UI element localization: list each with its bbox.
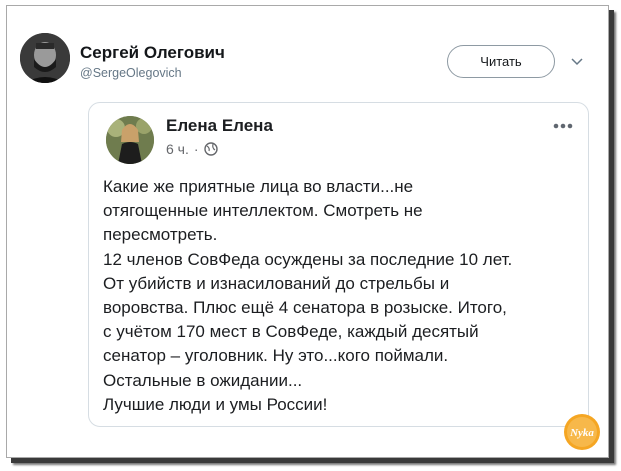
- post-text-line: Остальные в ожидании...: [103, 370, 303, 390]
- follow-button[interactable]: Читать: [447, 45, 555, 78]
- globe-icon: [203, 142, 218, 156]
- avatar[interactable]: [20, 33, 70, 83]
- post-text-line: с учётом 170 мест в СовФеде, каждый деся…: [103, 322, 479, 342]
- post-time[interactable]: 6 ч.: [166, 141, 189, 157]
- more-horizontal-icon[interactable]: [550, 119, 576, 131]
- avatar-photo: [20, 33, 70, 83]
- post-text-line: сенатор – уголовник. Ну это...кого пойма…: [103, 346, 449, 366]
- post-text-line: воровства. Плюс ещё 4 сенатора в розыске…: [103, 298, 507, 318]
- embedded-avatar-photo: [106, 116, 154, 164]
- svg-text:Nyka: Nyka: [569, 427, 594, 439]
- post-text-line: Какие же приятные лица во власти...не: [103, 177, 414, 196]
- post-text-line: пересмотреть.: [103, 225, 218, 245]
- post-text-line: От убийств и изнасилований до стрельбы и: [103, 273, 450, 293]
- watermark-logo: Nyka: [562, 412, 602, 452]
- follow-button-label: Читать: [480, 54, 522, 69]
- post-text-line: отягощенные интеллектом. Смотреть не: [103, 201, 423, 221]
- embedded-post-author[interactable]: Елена Елена: [166, 116, 273, 136]
- post-text-line: Лучшие люди и умы России!: [103, 394, 328, 414]
- author-name[interactable]: Сергей Олегович: [80, 43, 225, 63]
- author-handle[interactable]: @SergeOlegovich: [80, 66, 182, 80]
- meta-separator: ·: [193, 141, 199, 157]
- embedded-post-avatar[interactable]: [106, 116, 154, 164]
- post-text-line: 12 членов СовФеда осуждены за последние …: [103, 249, 513, 269]
- embedded-post-meta: 6 ч. ·: [166, 141, 218, 157]
- post-text: Какие же приятные лица во власти...не от…: [103, 175, 512, 417]
- chevron-down-icon[interactable]: [569, 53, 585, 69]
